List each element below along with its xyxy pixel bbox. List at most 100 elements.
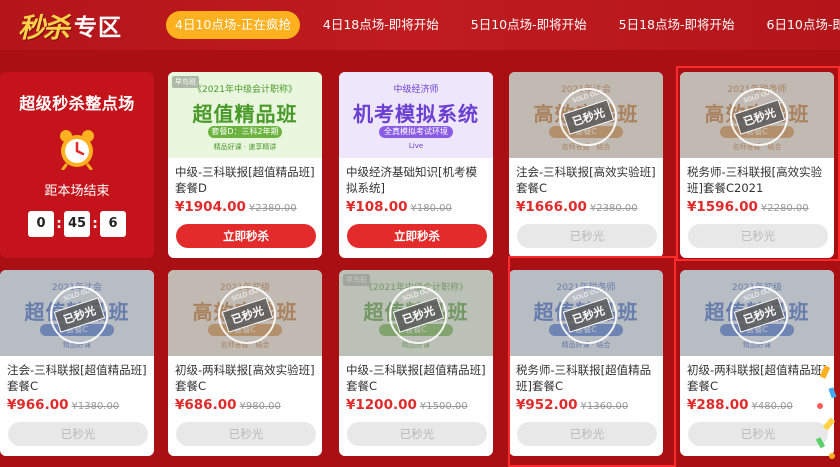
sale-price: ¥1666.00 bbox=[516, 199, 587, 215]
stamp-label: 已秒光 bbox=[733, 99, 785, 135]
original-price: ¥1380.00 bbox=[71, 401, 120, 412]
sold-out-stamp-icon: SOLD OUT 已秒光 bbox=[559, 286, 617, 344]
product-thumbnail[interactable]: 2021年注会高效实验班套餐C名师答疑 · 结合SOLD OUT已秒光 bbox=[509, 72, 663, 158]
sale-price: ¥952.00 bbox=[516, 397, 578, 413]
countdown-label: 距本场结束 bbox=[44, 184, 110, 199]
original-price: ¥2380.00 bbox=[248, 203, 297, 214]
product-card[interactable]: 2021年税务师高效实验班套餐C名师答疑 · 结合SOLD OUT已秒光税务师-… bbox=[680, 72, 834, 258]
stamp-label: 已秒光 bbox=[53, 297, 105, 333]
product-price: ¥288.00 ¥480.00 bbox=[687, 397, 793, 413]
stamp-label: 已秒光 bbox=[562, 99, 614, 135]
product-card[interactable]: 2021年初级高效实验班套餐C名师答疑 · 结合SOLD OUT已秒光初级-两科… bbox=[168, 270, 322, 456]
sold-out-stamp-icon: SOLD OUT 已秒光 bbox=[730, 88, 788, 146]
original-price: ¥180.00 bbox=[410, 203, 452, 214]
product-card[interactable]: 早鸟班《2021年中级会计职称》超值精品班套餐C精品好课SOLD OUT已秒光中… bbox=[339, 270, 493, 456]
countdown-panel: 超级秒杀整点场 距本场结束 0 : 45 : 6 bbox=[0, 72, 154, 258]
product-name[interactable]: 税务师-三科联报[超值精品班]套餐C bbox=[516, 362, 658, 394]
product-price: ¥1666.00 ¥2380.00 bbox=[516, 199, 638, 215]
sold-out-button: 已秒光 bbox=[176, 422, 316, 446]
countdown-seconds: 6 bbox=[100, 211, 126, 237]
product-name[interactable]: 中级经济基础知识[机考模拟系统] bbox=[346, 164, 488, 196]
thumb-subtitle: 《2021年中级会计职称》 bbox=[193, 85, 297, 95]
product-thumbnail[interactable]: 早鸟班 《2021年中级会计职称》 超值精品班 套餐D：三科2年期 精品好课 · 速享精… bbox=[168, 72, 322, 158]
stamp-label: 已秒光 bbox=[392, 297, 444, 333]
original-price: ¥2380.00 bbox=[589, 203, 638, 214]
product-card[interactable]: 中级经济师机考模拟系统 全真模拟考试环境 Live 中级经济基础知识[机考模拟系统] ¥… bbox=[339, 72, 493, 258]
panel-title: 超级秒杀整点场 bbox=[19, 94, 135, 113]
tab-session-3[interactable]: 5日10点场-即将开始 bbox=[462, 11, 596, 39]
thumb-footer: Live bbox=[408, 142, 424, 150]
countdown-timer: 0 : 45 : 6 bbox=[0, 211, 154, 237]
sold-out-button: 已秒光 bbox=[8, 422, 148, 446]
product-name[interactable]: 中级-三科联报[超值精品班]套餐D bbox=[175, 164, 317, 196]
sale-price: ¥686.00 bbox=[175, 397, 237, 413]
product-thumbnail[interactable]: 早鸟班《2021年中级会计职称》超值精品班套餐C精品好课SOLD OUT已秒光 bbox=[339, 270, 493, 356]
product-name[interactable]: 注会-三科联报[高效实验班]套餐C bbox=[516, 164, 658, 196]
countdown-hours: 0 bbox=[28, 211, 54, 237]
logo-miao: 秒杀 bbox=[18, 12, 70, 44]
sold-out-button: 已秒光 bbox=[347, 422, 487, 446]
logo-zone: 专区 bbox=[74, 15, 122, 41]
original-price: ¥1500.00 bbox=[419, 401, 468, 412]
product-thumbnail[interactable]: 2021年初级超值精品班套餐C精品好课SOLD OUT已秒光 bbox=[680, 270, 834, 356]
product-thumbnail[interactable]: 2021年税务师超值精品班套餐C精品好课 · 结合SOLD OUT已秒光 bbox=[509, 270, 663, 356]
sale-price: ¥108.00 bbox=[346, 199, 408, 215]
product-thumbnail[interactable]: 中级经济师机考模拟系统 全真模拟考试环境 Live bbox=[339, 72, 493, 158]
product-card[interactable]: 2021年注会超值精品班套餐C精品好课SOLD OUT已秒光注会-三科联报[超值… bbox=[0, 270, 154, 456]
product-price: ¥108.00 ¥180.00 bbox=[346, 199, 452, 215]
buy-now-button[interactable]: 立即秒杀 bbox=[347, 224, 487, 248]
stamp-label: 已秒光 bbox=[221, 297, 273, 333]
sale-price: ¥1596.00 bbox=[687, 199, 758, 215]
sale-price: ¥1904.00 bbox=[175, 199, 246, 215]
sold-out-stamp-icon: SOLD OUT 已秒光 bbox=[559, 88, 617, 146]
thumb-title: 机考模拟系统 bbox=[353, 102, 479, 126]
thumb-title: 超值精品班 bbox=[192, 102, 298, 126]
header-bar: 秒杀 专区 4日10点场-正在疯抢 4日18点场-即将开始 5日10点场-即将开… bbox=[0, 0, 840, 50]
product-name[interactable]: 税务师-三科联报[高效实验班]套餐C2021 bbox=[687, 164, 829, 196]
thumb-footer: 精品好课 · 速享精讲 bbox=[213, 143, 277, 151]
sale-price: ¥288.00 bbox=[687, 397, 749, 413]
product-thumbnail[interactable]: 2021年注会超值精品班套餐C精品好课SOLD OUT已秒光 bbox=[0, 270, 154, 356]
thumb-subtitle: 中级经济师 bbox=[393, 85, 439, 95]
thumb-package: 套餐D：三科2年期 bbox=[208, 126, 282, 138]
alarm-clock-icon bbox=[57, 128, 97, 171]
product-price: ¥1200.00 ¥1500.00 bbox=[346, 397, 468, 413]
confetti-decoration bbox=[815, 365, 837, 459]
product-card[interactable]: 2021年初级超值精品班套餐C精品好课SOLD OUT已秒光初级-两科联报[超值… bbox=[680, 270, 834, 456]
stamp-label: 已秒光 bbox=[733, 297, 785, 333]
product-card[interactable]: 早鸟班 《2021年中级会计职称》 超值精品班 套餐D：三科2年期 精品好课 · 速享精… bbox=[168, 72, 322, 258]
product-name[interactable]: 初级-两科联报[超值精品班]套餐C bbox=[687, 362, 829, 394]
product-thumbnail[interactable]: 2021年初级高效实验班套餐C名师答疑 · 结合SOLD OUT已秒光 bbox=[168, 270, 322, 356]
product-price: ¥1596.00 ¥2280.00 bbox=[687, 199, 809, 215]
product-price: ¥686.00 ¥980.00 bbox=[175, 397, 281, 413]
original-price: ¥980.00 bbox=[239, 401, 281, 412]
tab-session-1[interactable]: 4日10点场-正在疯抢 bbox=[166, 11, 300, 39]
stamp-label: 已秒光 bbox=[562, 297, 614, 333]
product-card[interactable]: 2021年注会高效实验班套餐C名师答疑 · 结合SOLD OUT已秒光注会-三科… bbox=[509, 72, 663, 258]
product-card[interactable]: 2021年税务师超值精品班套餐C精品好课 · 结合SOLD OUT已秒光税务师-… bbox=[509, 270, 663, 456]
original-price: ¥2280.00 bbox=[760, 203, 809, 214]
session-tabs: 4日10点场-正在疯抢 4日18点场-即将开始 5日10点场-即将开始 5日18… bbox=[166, 11, 840, 39]
product-name[interactable]: 初级-两科联报[高效实验班]套餐C bbox=[175, 362, 317, 394]
product-price: ¥966.00 ¥1380.00 bbox=[7, 397, 119, 413]
thumb-package: 全真模拟考试环境 bbox=[379, 126, 453, 138]
sold-out-stamp-icon: SOLD OUT 已秒光 bbox=[218, 286, 276, 344]
sale-price: ¥1200.00 bbox=[346, 397, 417, 413]
product-thumbnail[interactable]: 2021年税务师高效实验班套餐C名师答疑 · 结合SOLD OUT已秒光 bbox=[680, 72, 834, 158]
sold-out-button: 已秒光 bbox=[688, 422, 828, 446]
sold-out-button: 已秒光 bbox=[688, 224, 828, 248]
original-price: ¥480.00 bbox=[751, 401, 793, 412]
sold-out-stamp-icon: SOLD OUT 已秒光 bbox=[389, 286, 447, 344]
tab-session-2[interactable]: 4日18点场-即将开始 bbox=[314, 11, 448, 39]
sold-out-button: 已秒光 bbox=[517, 224, 657, 248]
product-price: ¥1904.00 ¥2380.00 bbox=[175, 199, 297, 215]
countdown-colon: : bbox=[56, 216, 62, 232]
product-name[interactable]: 中级-三科联报[超值精品班]套餐C bbox=[346, 362, 488, 394]
original-price: ¥1360.00 bbox=[580, 401, 629, 412]
sale-price: ¥966.00 bbox=[7, 397, 69, 413]
buy-now-button[interactable]: 立即秒杀 bbox=[176, 224, 316, 248]
product-name[interactable]: 注会-三科联报[超值精品班]套餐C bbox=[7, 362, 149, 394]
tab-session-5[interactable]: 6日10点场-即将开始 bbox=[758, 11, 840, 39]
sold-out-stamp-icon: SOLD OUT 已秒光 bbox=[730, 286, 788, 344]
tab-session-4[interactable]: 5日18点场-即将开始 bbox=[610, 11, 744, 39]
